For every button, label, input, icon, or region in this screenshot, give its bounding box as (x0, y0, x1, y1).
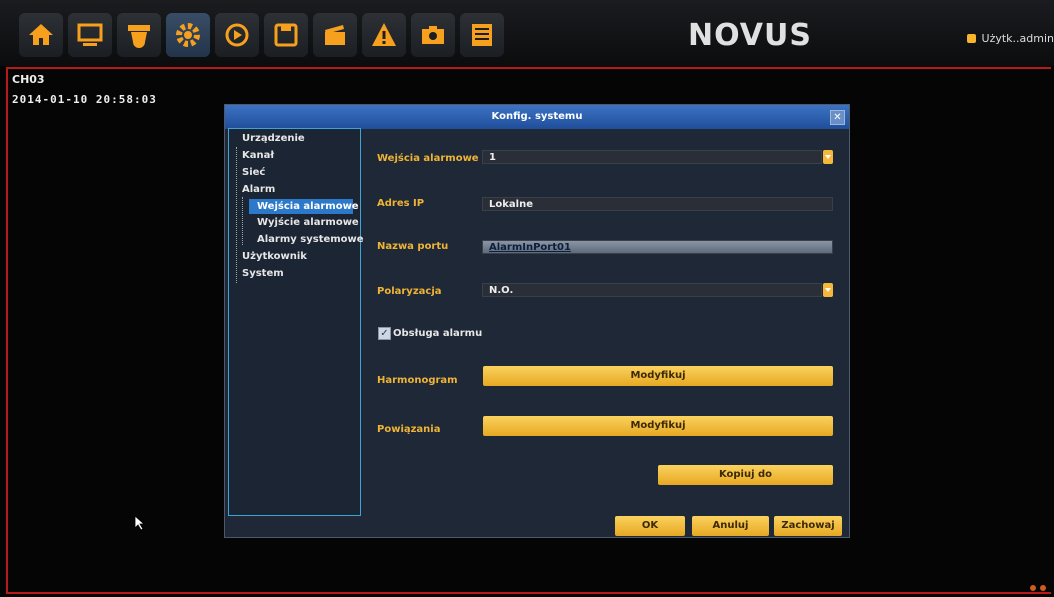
user-icon (966, 34, 976, 43)
clapper-icon (325, 25, 345, 45)
cancel-button[interactable]: Anuluj (692, 516, 769, 536)
ip-label: Adres IP (377, 198, 425, 209)
alarm-input-select[interactable]: 1 (482, 150, 822, 164)
alarm-input-label: Wejścia alarmowe (377, 153, 479, 164)
tree-item-system-alarms[interactable]: Alarmy systemowe (257, 234, 364, 245)
mouse-cursor-icon (134, 515, 146, 531)
record-button[interactable] (313, 13, 357, 57)
tree-item-device[interactable]: Urządzenie (242, 133, 305, 144)
tree-item-alarm-outputs[interactable]: Wyjście alarmowe (257, 217, 359, 228)
datetime-overlay: 2014-01-10 20:58:03 (12, 93, 157, 106)
user-name: Użytk..admin (981, 32, 1054, 45)
home-icon (29, 24, 53, 45)
settings-tree: Urządzenie Kanał Sieć Alarm Wejścia alar… (228, 128, 364, 516)
backup-button[interactable] (264, 13, 308, 57)
top-toolbar: NOVUS Użytk..admin (0, 0, 1054, 66)
snapshot-button[interactable] (411, 13, 455, 57)
schedule-label: Harmonogram (377, 375, 458, 386)
warning-icon (372, 23, 396, 46)
camera-icon (128, 25, 150, 48)
ip-field: Lokalne (482, 197, 833, 211)
status-icon (1040, 585, 1046, 591)
alarm-handling-checkbox[interactable]: ✓ (378, 327, 391, 340)
links-modify-button[interactable]: Modyfikuj (483, 416, 833, 436)
save-icon (274, 23, 298, 47)
links-label: Powiązania (377, 424, 441, 435)
tree-item-user[interactable]: Użytkownik (242, 251, 307, 262)
ok-button[interactable]: OK (615, 516, 685, 536)
zoom-icon (1030, 585, 1036, 591)
brand-logo: NOVUS (688, 18, 812, 53)
system-config-dialog: Konfig. systemu ✕ Urządzenie Kanał Sieć … (224, 104, 850, 538)
dialog-titlebar: Konfig. systemu ✕ (225, 105, 849, 129)
port-name-input[interactable]: AlarmInPort01 (482, 240, 833, 254)
home-button[interactable] (19, 13, 63, 57)
tree-item-alarm[interactable]: Alarm (242, 184, 275, 195)
play-icon (225, 23, 249, 47)
chevron-down-icon[interactable] (823, 150, 833, 164)
settings-button[interactable] (166, 13, 210, 57)
corner-status (1030, 585, 1046, 591)
copy-to-button[interactable]: Kopiuj do (658, 465, 833, 485)
chevron-down-icon[interactable] (823, 283, 833, 297)
channel-label: CH03 (12, 73, 45, 86)
tree-guide (236, 147, 237, 283)
list-icon (472, 24, 492, 46)
log-button[interactable] (460, 13, 504, 57)
camera-button[interactable] (117, 13, 161, 57)
close-icon[interactable]: ✕ (830, 110, 845, 125)
gear-icon (176, 23, 200, 47)
alarm-handling-label: Obsługa alarmu (393, 328, 483, 339)
tree-guide (242, 197, 243, 245)
save-button[interactable]: Zachowaj (774, 516, 842, 536)
user-indicator[interactable]: Użytk..admin (966, 32, 1054, 45)
polarity-select[interactable]: N.O. (482, 283, 822, 297)
tree-item-network[interactable]: Sieć (242, 167, 265, 178)
photo-camera-icon (422, 26, 444, 44)
port-name-label: Nazwa portu (377, 241, 449, 252)
dialog-title: Konfig. systemu (491, 111, 583, 122)
alarm-button[interactable] (362, 13, 406, 57)
schedule-modify-button[interactable]: Modyfikuj (483, 366, 833, 386)
tree-item-system[interactable]: System (242, 268, 284, 279)
tree-item-channel[interactable]: Kanał (242, 150, 274, 161)
polarity-label: Polaryzacja (377, 286, 442, 297)
tree-item-alarm-inputs[interactable]: Wejścia alarmowe (249, 199, 359, 214)
monitor-icon (77, 23, 103, 46)
playback-button[interactable] (215, 13, 259, 57)
monitor-button[interactable] (68, 13, 112, 57)
